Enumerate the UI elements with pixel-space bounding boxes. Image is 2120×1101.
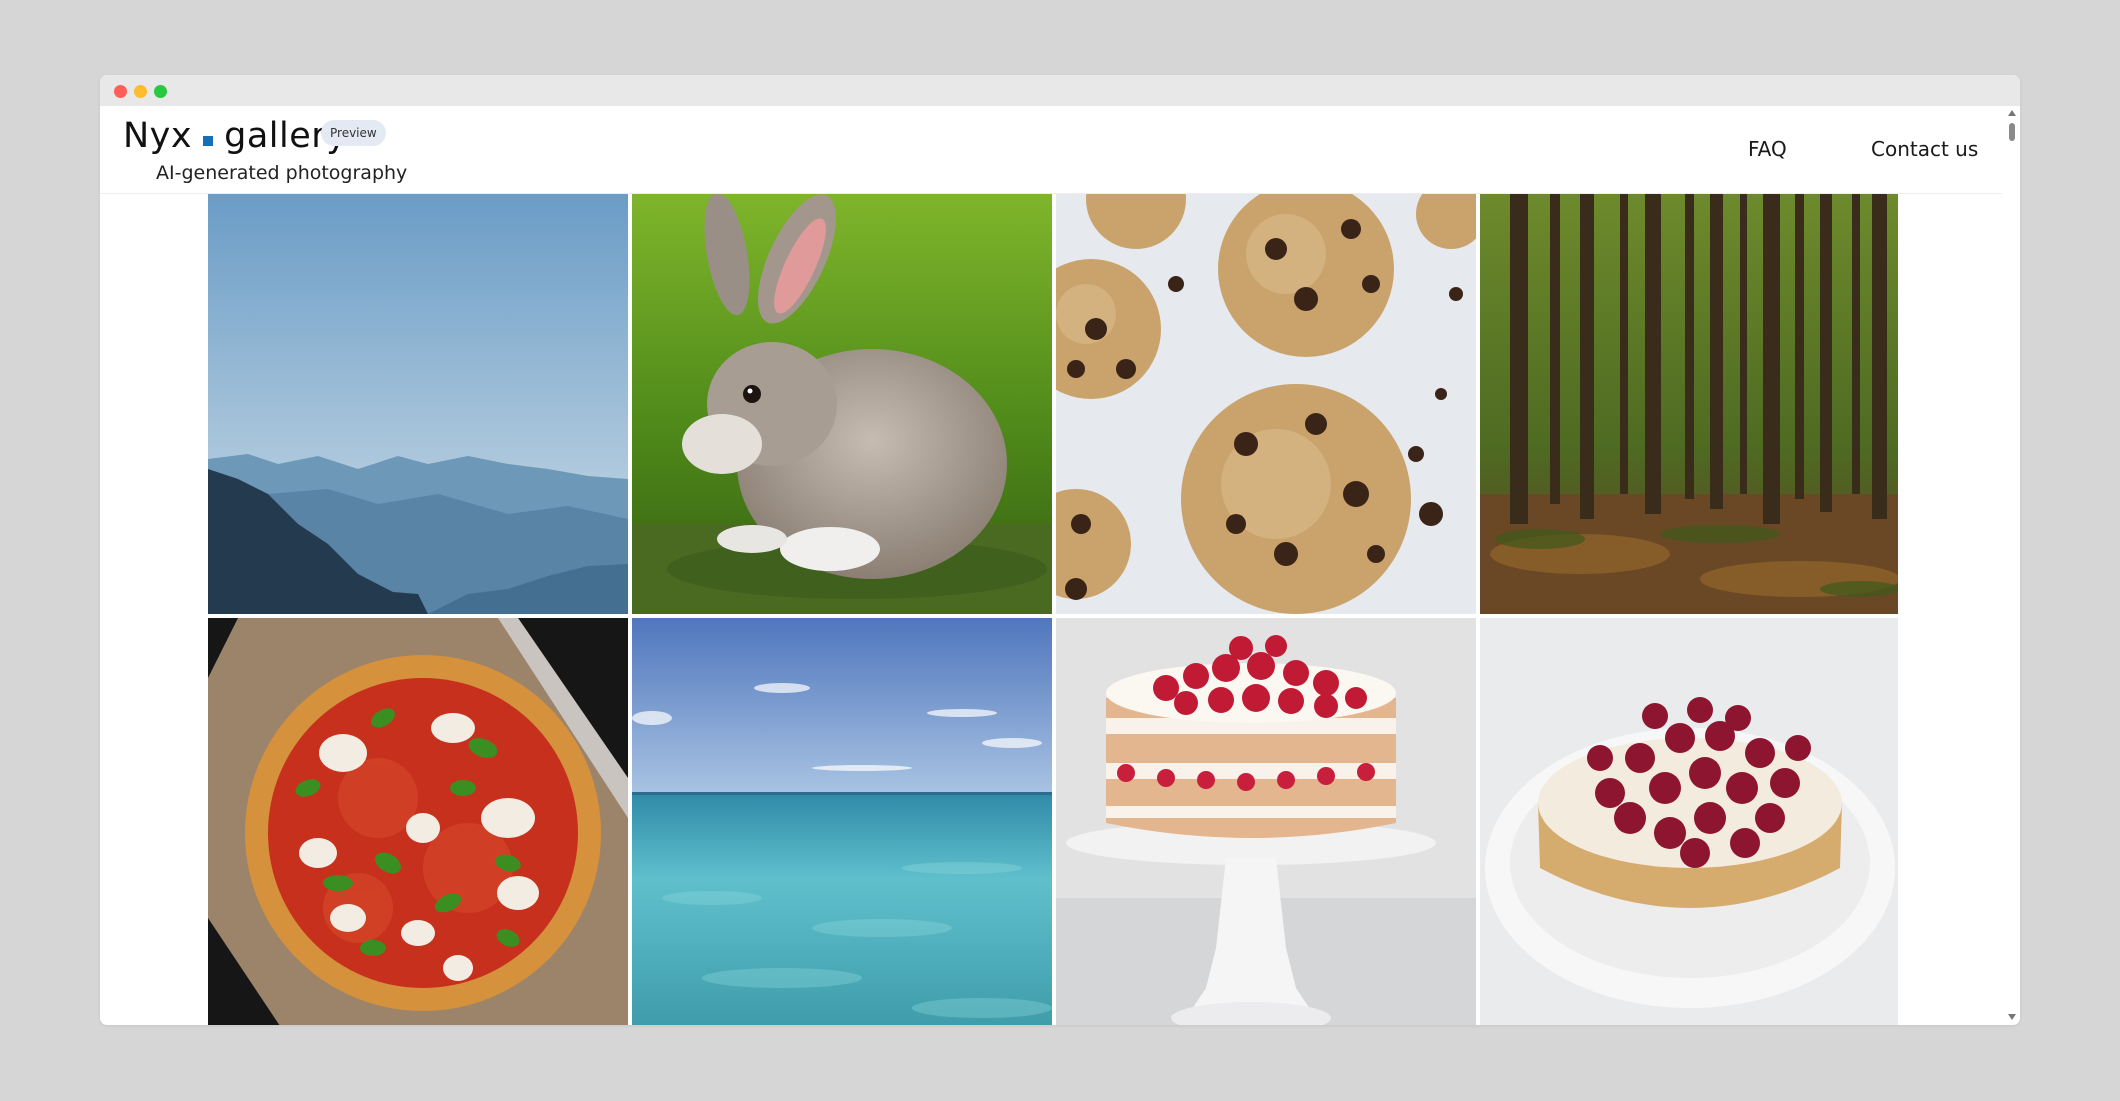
scroll-up-arrow-icon[interactable] bbox=[2008, 110, 2016, 116]
scrollbar-thumb[interactable] bbox=[2009, 123, 2015, 141]
gallery-image-ocean[interactable] bbox=[632, 618, 1052, 1025]
close-window-button[interactable] bbox=[114, 85, 127, 98]
logo-text-nyx: Nyx bbox=[123, 116, 193, 156]
vertical-scrollbar[interactable] bbox=[2004, 106, 2020, 1025]
photo-grid bbox=[208, 194, 1898, 1025]
logo-square-icon bbox=[203, 136, 214, 146]
scroll-down-arrow-icon[interactable] bbox=[2008, 1014, 2016, 1020]
gallery-image-forest[interactable] bbox=[1480, 194, 1898, 614]
gallery-image-cookies[interactable] bbox=[1056, 194, 1476, 614]
preview-badge: Preview bbox=[321, 120, 386, 146]
nav-link-contact[interactable]: Contact us bbox=[1871, 137, 1978, 161]
gallery-image-raspberry-cake[interactable] bbox=[1480, 618, 1898, 1025]
logo[interactable]: Nyx gallery bbox=[123, 110, 347, 162]
gallery-image-layer-cake[interactable] bbox=[1056, 618, 1476, 1025]
gallery-image-rabbit[interactable] bbox=[632, 194, 1052, 614]
gallery-image-pizza[interactable] bbox=[208, 618, 628, 1025]
tagline: AI-generated photography bbox=[156, 162, 408, 184]
minimize-window-button[interactable] bbox=[134, 85, 147, 98]
browser-window: Nyx gallery Preview AI-generated photogr… bbox=[100, 75, 2020, 1025]
site-header: Nyx gallery Preview AI-generated photogr… bbox=[100, 106, 2002, 194]
maximize-window-button[interactable] bbox=[154, 85, 167, 98]
gallery-image-mountains[interactable] bbox=[208, 194, 628, 614]
title-bar bbox=[100, 75, 2020, 106]
nav-link-faq[interactable]: FAQ bbox=[1748, 137, 1787, 161]
